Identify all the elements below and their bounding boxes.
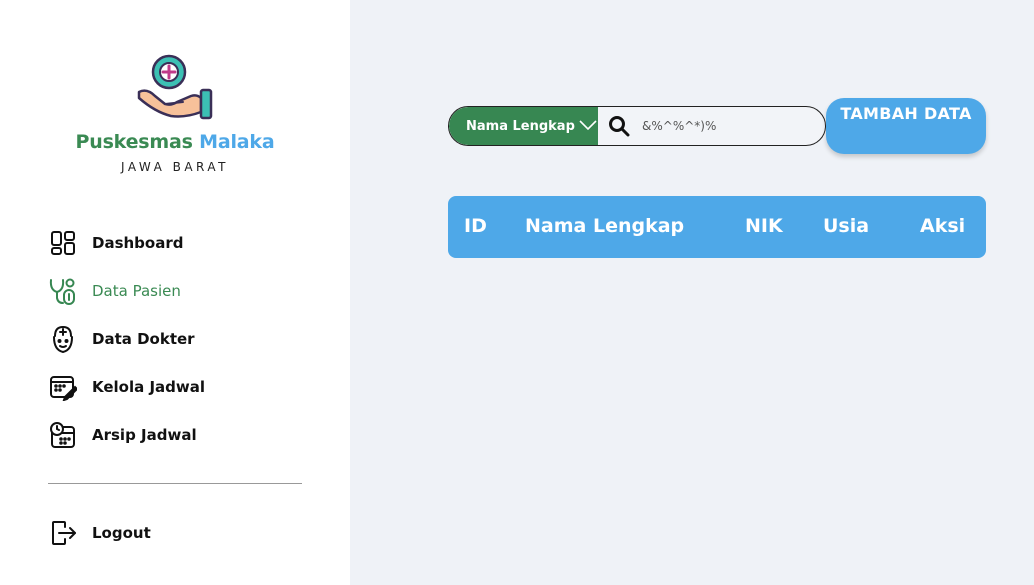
sidebar-divider <box>48 483 302 484</box>
sidebar-item-arsip-jadwal[interactable]: Arsip Jadwal <box>48 419 298 451</box>
sidebar-item-label: Dashboard <box>92 234 184 252</box>
logout-label: Logout <box>92 524 151 542</box>
filter-select[interactable]: Nama Lengkap <box>449 107 598 145</box>
sidebar-item-label: Arsip Jadwal <box>92 426 197 444</box>
sidebar-item-kelola-jadwal[interactable]: Kelola Jadwal <box>48 371 298 403</box>
dashboard-icon <box>48 228 78 258</box>
health-care-logo-icon <box>137 54 213 120</box>
sidebar-item-label: Data Dokter <box>92 330 195 348</box>
sidebar-item-label: Kelola Jadwal <box>92 378 206 396</box>
column-header-usia: Usia <box>823 215 870 237</box>
column-header-aksi: Aksi <box>920 215 966 237</box>
logout-icon <box>48 518 78 548</box>
calendar-edit-icon <box>48 372 78 402</box>
brand-name: Puskesmas Malaka <box>75 131 275 153</box>
column-header-nik: NIK <box>745 215 783 237</box>
column-header-nama-lengkap: Nama Lengkap <box>525 215 685 237</box>
sidebar: Puskesmas Malaka JAWA BARAT Dashboard Da… <box>0 0 350 585</box>
brand-region: JAWA BARAT <box>120 160 229 174</box>
column-header-id: ID <box>464 215 487 237</box>
search-icon[interactable] <box>598 107 640 145</box>
calendar-clock-icon <box>48 420 78 450</box>
sidebar-item-label: Data Pasien <box>92 282 181 300</box>
doctor-icon <box>48 324 78 354</box>
stethoscope-icon <box>48 276 78 306</box>
add-data-button[interactable]: TAMBAH DATA <box>826 98 986 154</box>
chevron-down-icon <box>579 119 597 134</box>
sidebar-item-dashboard[interactable]: Dashboard <box>48 227 298 259</box>
sidebar-item-data-pasien[interactable]: Data Pasien <box>48 275 298 307</box>
sidebar-item-data-dokter[interactable]: Data Dokter <box>48 323 298 355</box>
filter-select-label: Nama Lengkap <box>466 118 575 134</box>
table-header: ID Nama Lengkap NIK Usia Aksi <box>448 196 986 258</box>
logout-button[interactable]: Logout <box>48 517 298 549</box>
search-input[interactable] <box>640 107 810 145</box>
search-bar: Nama Lengkap <box>448 106 826 146</box>
